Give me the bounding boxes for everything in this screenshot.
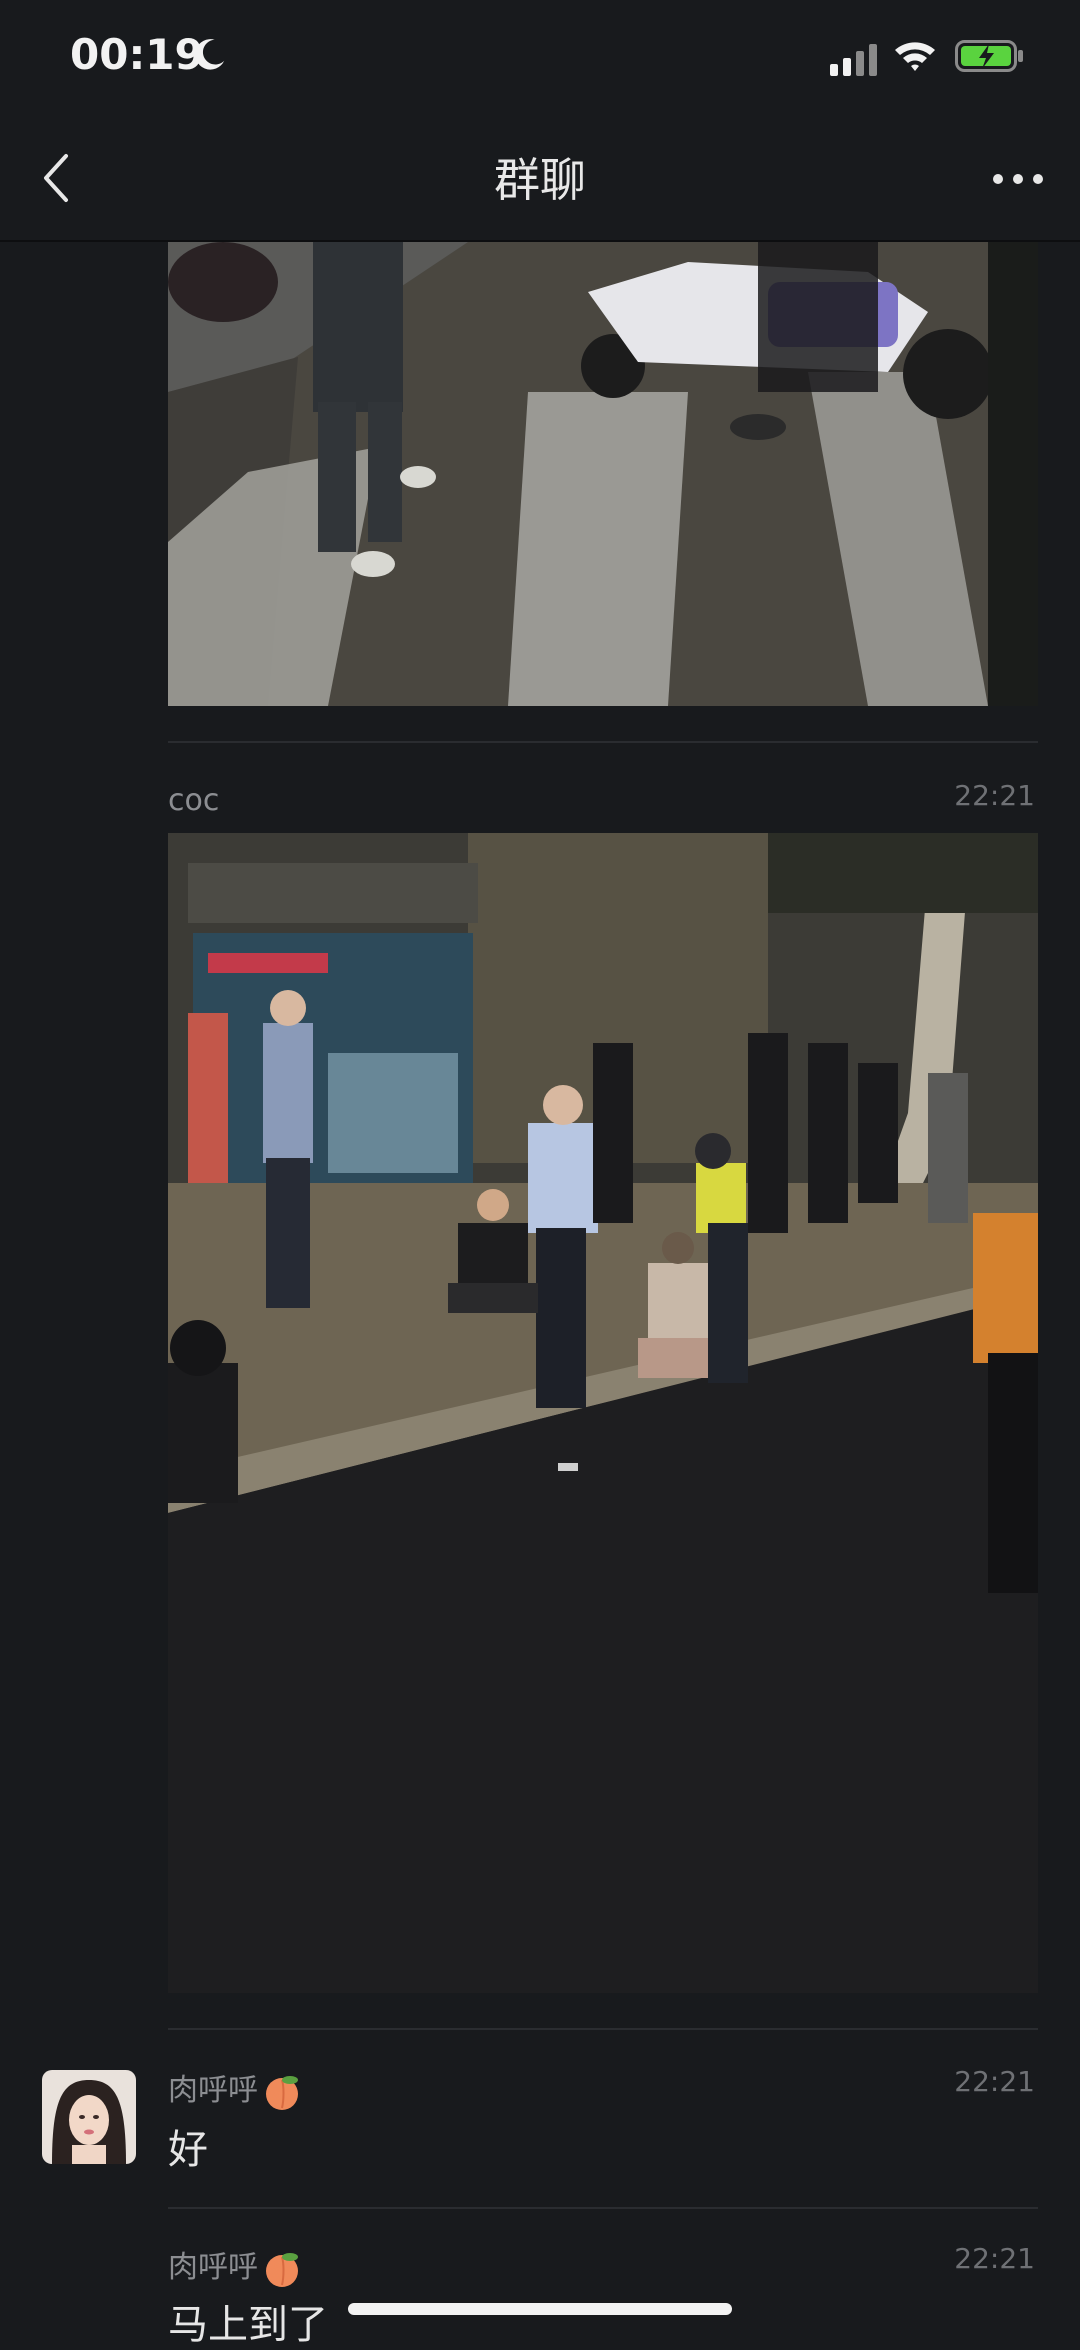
cellular-signal-icon [830, 44, 877, 76]
peach-emoji-icon [266, 2075, 298, 2110]
message-divider [168, 2028, 1038, 2030]
nav-bar: 群聊 [0, 120, 1080, 242]
chat-title: 群聊 [494, 153, 586, 207]
battery-charging-icon [955, 40, 1023, 72]
chat-image-crosswalk[interactable] [168, 242, 1038, 706]
message-time: 22:21 [954, 2065, 1035, 2098]
moon-icon [195, 39, 225, 70]
sender-row: 肉呼呼 [168, 2065, 302, 2112]
chat-image-street-scene[interactable] [168, 833, 1038, 1993]
avatar[interactable] [42, 2070, 136, 2164]
more-options-icon[interactable] [990, 164, 1046, 194]
wifi-icon [895, 42, 935, 71]
status-time: 00:19 [70, 30, 204, 79]
sender-name: coc [168, 783, 220, 818]
message-text[interactable]: 马上到了 [168, 2292, 328, 2350]
sender-name: 肉呼呼 [168, 2250, 258, 2285]
status-bar: 00:19 [0, 0, 1080, 120]
message-time: 22:21 [954, 2242, 1035, 2275]
message-time: 22:21 [954, 779, 1035, 812]
street-scene-photo [168, 833, 1038, 1993]
message-divider [168, 2207, 1038, 2209]
crosswalk-photo [168, 242, 1038, 706]
home-indicator[interactable] [348, 2303, 732, 2315]
peach-emoji-icon [266, 2252, 298, 2287]
sender-row: 肉呼呼 [168, 2242, 302, 2289]
sender-name: 肉呼呼 [168, 2073, 258, 2108]
message-divider [168, 741, 1038, 743]
message-text[interactable]: 好 [168, 2117, 208, 2175]
